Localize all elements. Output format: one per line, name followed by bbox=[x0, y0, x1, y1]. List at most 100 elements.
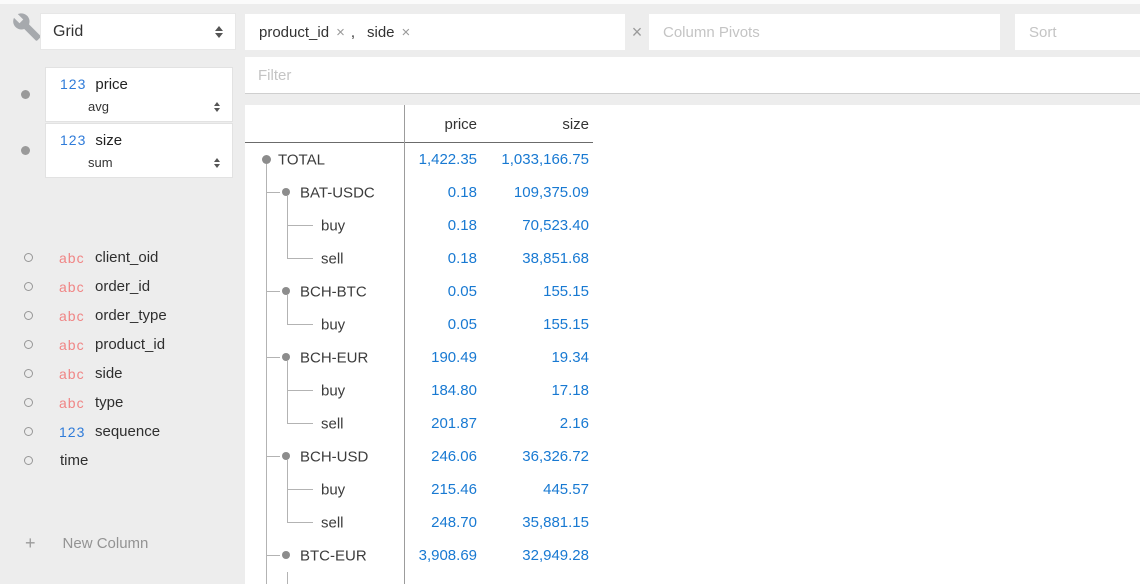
size-cell: 38,851.68 bbox=[477, 242, 589, 275]
clear-pivots-button[interactable]: × bbox=[627, 14, 647, 50]
row-tree-cell[interactable]: sell bbox=[245, 506, 404, 539]
row-tree-cell[interactable]: buy bbox=[245, 473, 404, 506]
tree-line bbox=[287, 225, 313, 226]
column-toggle-circle-icon[interactable] bbox=[24, 427, 33, 436]
inactive-column-item[interactable]: 123sequence bbox=[0, 417, 238, 446]
row-pivots-box[interactable]: product_id×,side× bbox=[245, 14, 625, 50]
row-label: buy bbox=[321, 316, 345, 333]
price-cell: 0.05 bbox=[404, 308, 477, 341]
column-type-icon: abc bbox=[59, 308, 89, 324]
tree-line bbox=[287, 460, 288, 473]
tree-bullet-icon[interactable] bbox=[282, 188, 290, 196]
price-cell: 0.18 bbox=[404, 209, 477, 242]
tree-line bbox=[266, 192, 280, 193]
view-type-select[interactable]: Grid bbox=[40, 13, 236, 50]
price-cell: 1,422.35 bbox=[404, 143, 477, 176]
row-tree-cell[interactable]: BCH-USD bbox=[245, 440, 404, 473]
row-label: TOTAL bbox=[278, 151, 325, 168]
triangle-up-icon bbox=[214, 102, 220, 106]
inactive-column-item[interactable]: abcproduct_id bbox=[0, 330, 238, 359]
table-row: buy215.46445.57 bbox=[245, 473, 1140, 506]
active-column-toggle[interactable] bbox=[21, 90, 30, 99]
column-toggle-circle-icon[interactable] bbox=[24, 253, 33, 262]
row-tree-cell[interactable]: BTC-EUR bbox=[245, 539, 404, 572]
row-pivot-chip[interactable]: side × bbox=[367, 24, 410, 41]
row-tree-cell[interactable]: BCH-BTC bbox=[245, 275, 404, 308]
tree-bullet-icon[interactable] bbox=[282, 452, 290, 460]
inactive-column-item[interactable]: abcside bbox=[0, 359, 238, 388]
row-tree-cell[interactable]: BAT-USDC bbox=[245, 176, 404, 209]
column-toggle-circle-icon[interactable] bbox=[24, 282, 33, 291]
tree-line bbox=[287, 196, 288, 209]
table-row: BAT-USDC0.18109,375.09 bbox=[245, 176, 1140, 209]
column-toggle-circle-icon[interactable] bbox=[24, 340, 33, 349]
size-cell: 2.16 bbox=[477, 407, 589, 440]
tree-line bbox=[287, 258, 313, 259]
tree-bullet-icon[interactable] bbox=[282, 353, 290, 361]
tree-line bbox=[287, 242, 288, 259]
row-label: BAT-USDC bbox=[300, 184, 375, 201]
tree-bullet-icon[interactable] bbox=[282, 551, 290, 559]
row-pivot-chip[interactable]: product_id× bbox=[259, 24, 345, 41]
remove-pivot-icon[interactable]: × bbox=[336, 24, 345, 41]
table-row: buy0.1870,523.40 bbox=[245, 209, 1140, 242]
aggregate-select[interactable]: avg bbox=[46, 93, 232, 114]
remove-pivot-icon[interactable]: × bbox=[402, 24, 411, 41]
table-row: BCH-BTC0.05155.15 bbox=[245, 275, 1140, 308]
active-column-title: 123price bbox=[46, 68, 232, 93]
row-tree-cell[interactable]: buy bbox=[245, 374, 404, 407]
row-tree-cell[interactable]: TOTAL bbox=[245, 143, 404, 176]
inactive-column-item[interactable]: abctype bbox=[0, 388, 238, 417]
column-name: time bbox=[60, 452, 88, 469]
row-tree-cell[interactable]: buy bbox=[245, 209, 404, 242]
row-tree-cell[interactable]: BCH-EUR bbox=[245, 341, 404, 374]
row-label: BCH-BTC bbox=[300, 283, 367, 300]
column-type-icon: abc bbox=[59, 250, 89, 266]
config-sidebar: Grid 123priceavg123sizesum abcclient_oid… bbox=[0, 0, 238, 584]
tree-line bbox=[287, 489, 313, 490]
row-label: BTC-EUR bbox=[300, 547, 367, 564]
column-toggle-circle-icon[interactable] bbox=[24, 398, 33, 407]
tree-bullet-icon[interactable] bbox=[282, 287, 290, 295]
column-type-icon: abc bbox=[59, 279, 89, 295]
column-toggle-circle-icon[interactable] bbox=[24, 311, 33, 320]
price-column-header[interactable]: price bbox=[404, 105, 477, 143]
row-tree-cell[interactable]: sell bbox=[245, 242, 404, 275]
sort-input[interactable] bbox=[1015, 14, 1140, 50]
price-cell: 215.46 bbox=[404, 473, 477, 506]
aggregate-select[interactable]: sum bbox=[46, 149, 232, 170]
inactive-column-item[interactable]: abcorder_id bbox=[0, 272, 238, 301]
inactive-column-item[interactable]: abcclient_oid bbox=[0, 243, 238, 272]
price-cell: 3,908.69 bbox=[404, 539, 477, 572]
tree-line bbox=[287, 324, 313, 325]
size-cell: 1,033,166.75 bbox=[477, 143, 589, 176]
new-column-button[interactable]: + New Column bbox=[0, 533, 148, 554]
column-type-icon: 123 bbox=[60, 132, 86, 148]
price-cell: 184.80 bbox=[404, 374, 477, 407]
active-column-toggle[interactable] bbox=[21, 146, 30, 155]
inactive-column-item[interactable]: abc order_type bbox=[0, 301, 238, 330]
size-cell: 155.15 bbox=[477, 275, 589, 308]
row-label: buy bbox=[321, 481, 345, 498]
column-toggle-circle-icon[interactable] bbox=[24, 456, 33, 465]
row-tree-cell[interactable]: sell bbox=[245, 407, 404, 440]
size-column-header[interactable]: size bbox=[477, 105, 589, 143]
column-name: price bbox=[95, 76, 128, 93]
tree-bullet-icon[interactable] bbox=[262, 155, 271, 164]
settings-wrench-icon[interactable] bbox=[12, 12, 42, 42]
tree-line bbox=[266, 456, 280, 457]
active-column-card[interactable]: 123sizesum bbox=[45, 123, 233, 178]
column-name: order_type bbox=[95, 307, 167, 324]
grid-body: TOTAL 1,422.351,033,166.75BAT-USDC0.18109… bbox=[245, 143, 1140, 584]
column-type-icon: abc bbox=[59, 366, 89, 382]
filter-input[interactable] bbox=[245, 57, 1140, 94]
triangle-down-icon bbox=[214, 164, 220, 168]
active-column-card[interactable]: 123priceavg bbox=[45, 67, 233, 122]
price-cell: 0.18 bbox=[404, 242, 477, 275]
row-tree-cell[interactable]: buy bbox=[245, 308, 404, 341]
price-cell: 190.49 bbox=[404, 341, 477, 374]
column-toggle-circle-icon[interactable] bbox=[24, 369, 33, 378]
pivot-label: side bbox=[367, 24, 395, 41]
column-pivots-input[interactable] bbox=[649, 14, 1000, 50]
inactive-column-item[interactable]: time bbox=[0, 446, 238, 475]
